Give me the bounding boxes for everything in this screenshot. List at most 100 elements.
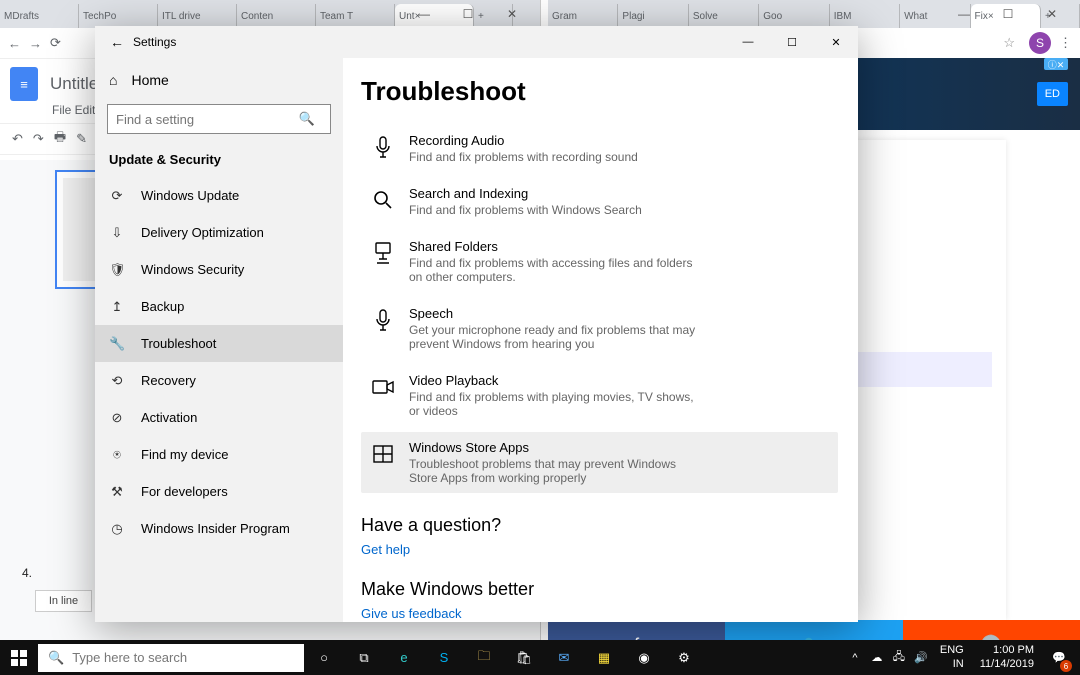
task-view-icon[interactable]: ⧉ <box>344 640 384 675</box>
maximize-button[interactable]: ☐ <box>770 26 814 58</box>
action-center-icon[interactable]: 💬 <box>1042 640 1076 675</box>
onedrive-icon[interactable]: ☁ <box>866 651 888 664</box>
shield-icon: 🛡 <box>109 262 125 278</box>
sticky-notes-icon[interactable]: ▦ <box>584 640 624 675</box>
settings-titlebar: ← Settings — ☐ ✕ <box>95 26 858 58</box>
wrench-icon: 🔧 <box>109 336 125 352</box>
feedback-link[interactable]: Give us feedback <box>361 606 838 621</box>
sync-icon: ⟳ <box>109 188 125 204</box>
sidebar-item-recovery[interactable]: ⟲Recovery <box>95 362 343 399</box>
tab[interactable]: Plagi <box>618 4 688 28</box>
sidebar-section-title: Update & Security <box>95 148 343 177</box>
wrap-inline-option[interactable]: In line <box>35 590 92 612</box>
settings-icon[interactable]: ⚙ <box>664 640 704 675</box>
mail-icon[interactable]: ✉ <box>544 640 584 675</box>
tab-strip: Gram Plagi Solve Goo IBM What Fix × + — … <box>548 0 1080 28</box>
window-title: Settings <box>133 35 176 49</box>
sidebar-item-for-developers[interactable]: ⚒For developers <box>95 473 343 510</box>
troubleshooter-video-playback[interactable]: Video PlaybackFind and fix problems with… <box>361 365 838 426</box>
minimize-button[interactable]: — <box>726 26 770 58</box>
undo-icon[interactable]: ↶ <box>12 131 23 147</box>
maximize-button[interactable]: ☐ <box>446 0 490 28</box>
recovery-icon: ⟲ <box>109 373 125 389</box>
minimize-button[interactable]: — <box>402 0 446 28</box>
nav-forward-icon[interactable]: → <box>29 36 42 51</box>
redo-icon[interactable]: ↷ <box>33 131 44 147</box>
key-icon: ⊘ <box>109 410 125 426</box>
location-icon: ⍟ <box>109 447 125 463</box>
nav-back-icon[interactable]: ← <box>8 36 21 51</box>
kebab-icon[interactable]: ⋮ <box>1059 35 1072 51</box>
mic-icon <box>371 308 395 332</box>
sidebar-item-activation[interactable]: ⊘Activation <box>95 399 343 436</box>
delivery-icon: ⇩ <box>109 225 125 241</box>
tab[interactable]: ITL drive <box>158 4 237 28</box>
ad-close-icon[interactable]: ⓘ✕ <box>1044 58 1068 70</box>
dev-icon: ⚒ <box>109 484 125 500</box>
tab[interactable]: Team T <box>316 4 395 28</box>
network-icon[interactable]: 🖧 <box>888 648 910 667</box>
tab[interactable]: Gram <box>548 4 618 28</box>
tab-strip: M Drafts TechPo ITL drive Conten Team T … <box>0 0 540 28</box>
settings-search[interactable]: 🔍 <box>107 104 331 134</box>
sidebar-item-troubleshoot[interactable]: 🔧Troubleshoot <box>95 325 343 362</box>
page-heading: Troubleshoot <box>361 76 838 107</box>
taskbar-lang[interactable]: ENG IN <box>932 644 972 670</box>
tab[interactable]: IBM <box>830 4 900 28</box>
taskbar-search[interactable]: 🔍 Type here to search <box>38 644 304 672</box>
sidebar-item-delivery-optimization[interactable]: ⇩Delivery Optimization <box>95 214 343 251</box>
chrome-icon[interactable]: ◉ <box>624 640 664 675</box>
minimize-button[interactable]: — <box>942 0 986 28</box>
network-icon <box>371 241 395 265</box>
taskbar-clock[interactable]: 1:00 PM 11/14/2019 <box>972 644 1042 670</box>
search-placeholder: Type here to search <box>72 650 187 665</box>
back-button[interactable]: ← <box>101 34 133 50</box>
volume-icon[interactable]: 🔊 <box>910 651 932 664</box>
troubleshooter-windows-store-apps[interactable]: Windows Store AppsTroubleshoot problems … <box>361 432 838 493</box>
tab[interactable]: TechPo <box>79 4 158 28</box>
settings-sidebar: ⌂ Home 🔍 Update & Security ⟳Windows Upda… <box>95 58 343 622</box>
mic-icon <box>371 135 395 159</box>
reload-icon[interactable]: ⟳ <box>50 35 61 51</box>
cortana-icon[interactable]: ○ <box>304 640 344 675</box>
sidebar-item-find-my-device[interactable]: ⍟Find my device <box>95 436 343 473</box>
troubleshooter-shared-folders[interactable]: Shared FoldersFind and fix problems with… <box>361 231 838 292</box>
print-icon[interactable]: 🖶 <box>54 128 66 150</box>
get-help-link[interactable]: Get help <box>361 542 838 557</box>
troubleshooter-search-indexing[interactable]: Search and IndexingFind and fix problems… <box>361 178 838 225</box>
video-icon <box>371 375 395 399</box>
sidebar-item-windows-security[interactable]: 🛡Windows Security <box>95 251 343 288</box>
close-button[interactable]: ✕ <box>814 26 858 58</box>
bookmark-icon[interactable]: ☆ <box>1003 35 1015 51</box>
tab[interactable]: Solve <box>689 4 759 28</box>
close-button[interactable]: ✕ <box>490 0 534 28</box>
home-icon: ⌂ <box>109 72 117 88</box>
skype-icon[interactable]: S <box>424 640 464 675</box>
tray-overflow-icon[interactable]: ^ <box>844 652 866 664</box>
taskbar-pinned: ○ ⧉ e S 🗀 🛍 ✉ ▦ ◉ ⚙ <box>304 640 704 675</box>
maximize-button[interactable]: ☐ <box>986 0 1030 28</box>
close-button[interactable]: ✕ <box>1030 0 1074 28</box>
troubleshooter-speech[interactable]: SpeechGet your microphone ready and fix … <box>361 298 838 359</box>
profile-avatar[interactable]: S <box>1029 32 1051 54</box>
search-input[interactable] <box>107 104 331 134</box>
sidebar-item-insider-program[interactable]: ◷Windows Insider Program <box>95 510 343 547</box>
tab[interactable]: Conten <box>237 4 316 28</box>
troubleshooter-recording-audio[interactable]: Recording AudioFind and fix problems wit… <box>361 125 838 172</box>
sidebar-home[interactable]: ⌂ Home <box>95 64 343 96</box>
feedback-heading: Make Windows better <box>361 579 838 600</box>
sidebar-item-backup[interactable]: ↥Backup <box>95 288 343 325</box>
explorer-icon[interactable]: 🗀 <box>464 640 504 675</box>
start-button[interactable] <box>0 640 38 675</box>
tab[interactable]: Goo <box>759 4 829 28</box>
settings-main: Troubleshoot Recording AudioFind and fix… <box>343 58 858 622</box>
hero-button[interactable]: ED <box>1037 82 1068 106</box>
edge-icon[interactable]: e <box>384 640 424 675</box>
paint-icon[interactable]: ✎ <box>76 131 87 147</box>
tab[interactable]: M Drafts <box>0 4 79 28</box>
sidebar-item-windows-update[interactable]: ⟳Windows Update <box>95 177 343 214</box>
store-icon <box>371 442 395 466</box>
store-icon[interactable]: 🛍 <box>504 640 544 675</box>
search-icon <box>371 188 395 212</box>
home-label: Home <box>131 72 168 88</box>
